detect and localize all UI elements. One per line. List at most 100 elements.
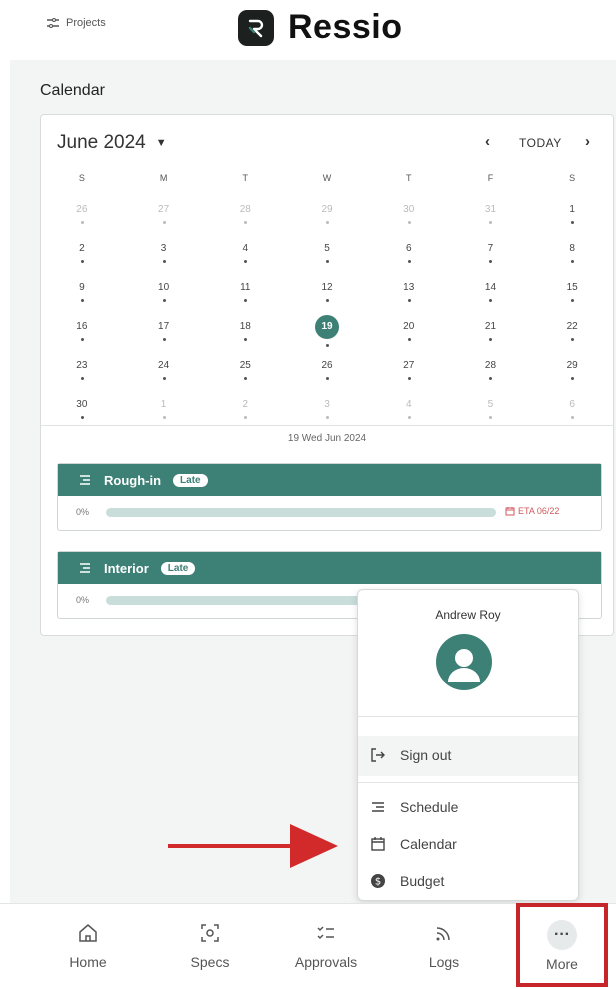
today-button[interactable]: TODAY <box>519 136 562 150</box>
event-dot <box>571 260 575 263</box>
event-dot <box>489 299 493 302</box>
calendar-day[interactable]: 15 <box>531 279 613 318</box>
calendar-day[interactable]: 23 <box>41 357 123 396</box>
nav-specs[interactable]: Specs <box>170 922 250 972</box>
calendar-day[interactable]: 29 <box>286 201 368 240</box>
day-number: 18 <box>239 321 251 332</box>
calendar-day[interactable]: 16 <box>41 318 123 357</box>
calendar-day[interactable]: 1 <box>531 201 613 240</box>
calendar-day[interactable]: 3 <box>286 396 368 435</box>
calendar-day[interactable]: 6 <box>368 240 450 279</box>
projects-icon <box>47 18 59 28</box>
calendar-day[interactable]: 26 <box>41 201 123 240</box>
calendar-day[interactable]: 31 <box>450 201 532 240</box>
calendar-day[interactable]: 7 <box>450 240 532 279</box>
menu-item-label: Calendar <box>400 836 457 852</box>
event-dot <box>80 416 84 419</box>
calendar-day[interactable]: 28 <box>450 357 532 396</box>
day-number: 3 <box>160 243 167 254</box>
nav-home[interactable]: Home <box>48 922 128 972</box>
task-card-rough-in[interactable]: Rough-in Late 0% ETA 06/22 <box>57 463 602 531</box>
chevron-left-icon[interactable]: ‹ <box>485 133 490 150</box>
weekday-label: T <box>405 173 412 183</box>
calendar-day[interactable]: 14 <box>450 279 532 318</box>
calendar-day[interactable]: 19 <box>286 315 368 357</box>
nav-label: Logs <box>428 954 460 970</box>
day-number: 6 <box>569 399 575 410</box>
projects-button[interactable]: Projects <box>46 16 106 30</box>
day-number: 7 <box>487 243 494 254</box>
calendar-day[interactable]: 3 <box>123 240 205 279</box>
calendar-day[interactable]: 27 <box>368 357 450 396</box>
calendar-day[interactable]: 27 <box>123 201 205 240</box>
event-dot <box>162 260 166 263</box>
calendar-day[interactable]: 20 <box>368 318 450 357</box>
calendar-day[interactable]: 2 <box>41 240 123 279</box>
calendar-day[interactable]: 5 <box>286 240 368 279</box>
avatar <box>436 634 492 690</box>
calendar-day[interactable]: 18 <box>204 318 286 357</box>
schedule-icon <box>372 802 384 812</box>
nav-label: Home <box>69 954 107 970</box>
approvals-icon <box>317 926 334 940</box>
calendar-day[interactable]: 9 <box>41 279 123 318</box>
calendar-day[interactable]: 22 <box>531 318 613 357</box>
menu-item-calendar[interactable]: Calendar <box>370 836 457 852</box>
event-dot <box>162 338 166 341</box>
month-selector[interactable]: June 2024 ▼ <box>57 132 167 154</box>
calendar-day[interactable]: 17 <box>123 318 205 357</box>
calendar-day[interactable]: 24 <box>123 357 205 396</box>
menu-item-budget[interactable]: $ Budget <box>370 873 444 889</box>
day-number: 21 <box>484 321 497 332</box>
event-dot <box>244 260 248 263</box>
event-dot <box>407 416 411 419</box>
calendar-day[interactable]: 21 <box>450 318 532 357</box>
menu-item-schedule[interactable]: Schedule <box>370 799 458 815</box>
calendar-day[interactable]: 2 <box>204 396 286 435</box>
calendar-day[interactable]: 30 <box>368 201 450 240</box>
event-dot <box>326 221 330 224</box>
late-badge: Late <box>173 473 208 487</box>
event-dot <box>571 221 575 224</box>
event-dot <box>162 299 166 302</box>
calendar-day[interactable]: 6 <box>531 396 613 435</box>
event-dot <box>326 260 330 263</box>
nav-approvals[interactable]: Approvals <box>286 922 366 972</box>
menu-item-label: Budget <box>400 873 445 889</box>
nav-logs[interactable]: Logs <box>404 922 484 972</box>
calendar-day[interactable]: 26 <box>286 357 368 396</box>
late-badge: Late <box>160 561 196 575</box>
calendar-day[interactable]: 5 <box>450 396 532 435</box>
specs-icon <box>201 924 219 942</box>
weekday-label: F <box>487 173 494 183</box>
chevron-right-icon[interactable]: › <box>585 133 590 150</box>
page-title: Calendar <box>40 82 105 99</box>
day-number: 31 <box>484 204 497 215</box>
calendar-day[interactable]: 30 <box>41 396 123 435</box>
calendar-day[interactable]: 28 <box>204 201 286 240</box>
weekday-label: W <box>322 173 332 183</box>
calendar-day[interactable]: 4 <box>368 396 450 435</box>
event-dot <box>244 221 248 224</box>
calendar-day[interactable]: 10 <box>123 279 205 318</box>
calendar-day[interactable]: 4 <box>204 240 286 279</box>
calendar-day[interactable]: 25 <box>204 357 286 396</box>
event-dot <box>244 377 248 380</box>
menu-item-label: Schedule <box>400 799 459 815</box>
day-number: 14 <box>484 282 497 293</box>
event-dot <box>407 221 411 224</box>
calendar-day[interactable]: 8 <box>531 240 613 279</box>
calendar-day[interactable]: 11 <box>204 279 286 318</box>
day-number: 17 <box>158 321 170 332</box>
event-dot <box>489 221 493 224</box>
calendar-day[interactable]: 29 <box>531 357 613 396</box>
calendar-day[interactable]: 13 <box>368 279 450 318</box>
menu-divider <box>358 782 578 783</box>
event-dot <box>162 221 166 224</box>
calendar-icon <box>371 837 385 851</box>
day-number: 11 <box>240 282 251 293</box>
calendar-day[interactable]: 12 <box>286 279 368 318</box>
sign-out-button[interactable]: Sign out <box>370 747 451 763</box>
day-number: 10 <box>158 282 170 293</box>
calendar-day[interactable]: 1 <box>123 396 205 435</box>
